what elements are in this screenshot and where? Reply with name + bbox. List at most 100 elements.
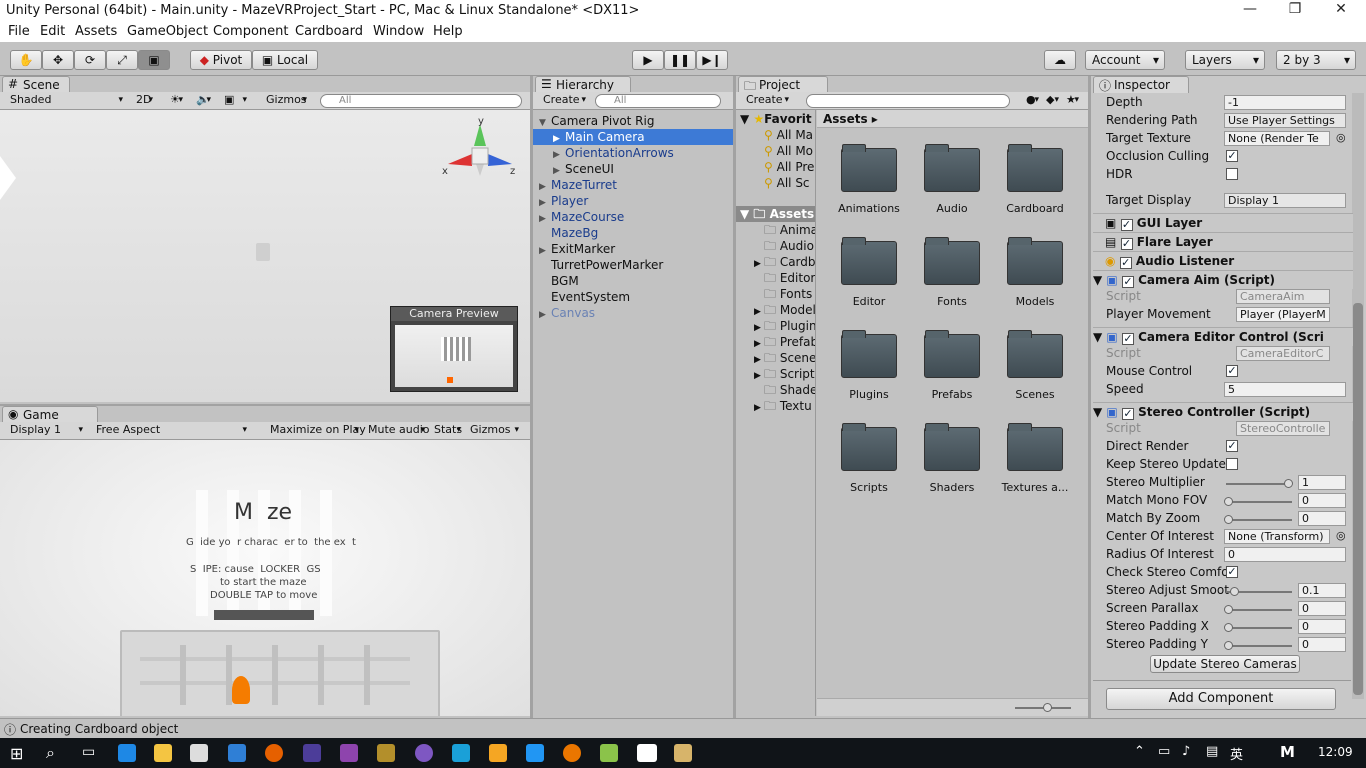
display-dropdown[interactable]: Display 1	[6, 423, 86, 438]
scene-gizmos-dropdown[interactable]: Gizmos	[262, 93, 310, 108]
hierarchy-item[interactable]: ▶ Canvas	[533, 305, 733, 321]
object-picker-icon[interactable]: ◎	[1336, 131, 1346, 144]
asset-folder[interactable]: Cardboard	[995, 144, 1075, 215]
filter-label-button[interactable]: ◆	[1042, 93, 1062, 108]
fav-item[interactable]: ⚲ All Mo	[764, 143, 813, 159]
project-tree-item[interactable]: 🗀 Shade	[754, 382, 815, 398]
object-picker-icon[interactable]: ◎	[1336, 529, 1346, 542]
project-tree-item[interactable]: 🗀 Anima	[754, 222, 815, 238]
menu-file[interactable]: File	[8, 24, 30, 39]
asset-folder[interactable]: Scenes	[995, 330, 1075, 401]
hierarchy-create-dropdown[interactable]: Create	[539, 93, 589, 108]
volume-icon[interactable]: ♪	[1182, 744, 1190, 759]
game-viewport[interactable]: M ze G ide yo r charac er to the ex t S …	[0, 440, 530, 716]
network-icon[interactable]: ▭	[1158, 744, 1170, 759]
scene-viewport[interactable]: y x z Camera Preview	[0, 110, 530, 402]
menu-help[interactable]: Help	[433, 24, 463, 39]
unity-icon[interactable]	[637, 744, 657, 762]
menu-assets[interactable]: Assets	[75, 24, 117, 39]
fav-item[interactable]: ⚲ All Ma	[764, 127, 813, 143]
padding-y-slider[interactable]	[1224, 637, 1294, 651]
ime-language[interactable]: 英	[1230, 744, 1243, 763]
project-tree-item[interactable]: 🗀 Audio	[754, 238, 814, 254]
project-tree-item[interactable]: 🗀 Fonts	[754, 286, 812, 302]
stereo-multiplier-field[interactable]: 1	[1298, 475, 1346, 490]
scale-tool-button[interactable]: ⤢	[106, 50, 138, 70]
qq-icon[interactable]	[526, 744, 544, 762]
hierarchy-item[interactable]: ▶ MazeCourse	[533, 209, 733, 225]
stereo-multiplier-slider[interactable]	[1226, 475, 1294, 489]
component-gui-layer[interactable]: ▣ ✓ GUI Layer	[1093, 213, 1353, 232]
fav-item[interactable]: ⚲ All Pre	[764, 159, 814, 175]
direct-render-checkbox[interactable]: ✓	[1226, 440, 1238, 452]
match-zoom-field[interactable]: 0	[1298, 511, 1346, 526]
hierarchy-item[interactable]: ▶ OrientationArrows	[533, 145, 733, 161]
check-stereo-checkbox[interactable]: ✓	[1226, 566, 1238, 578]
rect-tool-button[interactable]: ▣	[138, 50, 170, 70]
add-component-button[interactable]: Add Component	[1106, 688, 1336, 710]
match-zoom-slider[interactable]	[1224, 511, 1294, 525]
match-mono-slider[interactable]	[1224, 493, 1294, 507]
local-toggle[interactable]: ▣ Local	[252, 50, 318, 70]
stereo-smooth-slider[interactable]	[1226, 583, 1294, 597]
fav-item[interactable]: ⚲ All Sc	[764, 175, 810, 191]
cloud-button[interactable]: ☁	[1044, 50, 1076, 70]
center-of-interest-field[interactable]: None (Transform)	[1224, 529, 1330, 544]
expand-arrow-icon[interactable]: ▶	[539, 307, 551, 323]
edge-icon[interactable]	[118, 744, 136, 762]
hierarchy-item[interactable]: TurretPowerMarker	[533, 257, 733, 273]
scene-gizmo[interactable]: y x z	[440, 116, 520, 196]
hierarchy-search-input[interactable]: All	[595, 94, 721, 108]
shading-dropdown[interactable]: Shaded	[6, 93, 126, 108]
target-display-dropdown[interactable]: Display 1	[1224, 193, 1346, 208]
asset-folder[interactable]: Models	[995, 237, 1075, 308]
sphere-icon[interactable]	[415, 744, 433, 762]
tab-scene[interactable]: # Scene	[2, 76, 70, 93]
store-icon[interactable]	[190, 744, 208, 762]
asset-folder[interactable]: Animations	[829, 144, 909, 215]
minimize-button[interactable]: —	[1240, 1, 1260, 17]
mute-toggle[interactable]: Mute audio	[364, 423, 430, 438]
menu-component[interactable]: Component	[213, 24, 288, 39]
hierarchy-item[interactable]: EventSystem	[533, 289, 733, 305]
hierarchy-item[interactable]: ▶ MazeTurret	[533, 177, 733, 193]
play-button[interactable]: ▶	[632, 50, 664, 70]
asset-folder[interactable]: Textures a...	[995, 423, 1075, 494]
menu-gameobject[interactable]: GameObject	[127, 24, 208, 39]
assets-root[interactable]: ▼ 🗀 Assets	[736, 206, 815, 222]
pivot-toggle[interactable]: ◆ Pivot	[190, 50, 252, 70]
game-gizmos-dropdown[interactable]: Gizmos	[466, 423, 522, 438]
asset-folder[interactable]: Scripts	[829, 423, 909, 494]
hierarchy-item[interactable]: ▶ SceneUI	[533, 161, 733, 177]
lol-icon[interactable]	[377, 744, 395, 762]
rendering-path-dropdown[interactable]: Use Player Settings	[1224, 113, 1346, 128]
project-tree-item[interactable]: ▶ 🗀 Model	[754, 302, 815, 318]
close-button[interactable]: ✕	[1331, 1, 1351, 17]
hierarchy-item[interactable]: MazeBg	[533, 225, 733, 241]
step-button[interactable]: ▶❙	[696, 50, 728, 70]
project-tree-item[interactable]: ▶ 🗀 Scene	[754, 350, 815, 366]
component-flare-layer[interactable]: ▤ ✓ Flare Layer	[1093, 232, 1353, 251]
tray-chevron-icon[interactable]: ⌃	[1134, 744, 1145, 759]
hdr-checkbox[interactable]	[1226, 168, 1238, 180]
expand-arrow-icon[interactable]: ▶	[754, 400, 764, 416]
inspector-scrollbar[interactable]	[1352, 93, 1364, 699]
scrollbar-thumb[interactable]	[1353, 303, 1363, 695]
tab-hierarchy[interactable]: ☰ Hierarchy	[535, 76, 631, 93]
asset-folder[interactable]: Plugins	[829, 330, 909, 401]
app2-icon[interactable]	[489, 744, 507, 762]
keep-stereo-checkbox[interactable]	[1226, 458, 1238, 470]
target-texture-field[interactable]: None (Render Te	[1224, 131, 1330, 146]
asset-folder[interactable]: Fonts	[912, 237, 992, 308]
file-explorer-icon[interactable]	[154, 744, 172, 762]
visual-studio-icon[interactable]	[340, 744, 358, 762]
infinity-icon[interactable]	[303, 744, 321, 762]
project-tree-item[interactable]: ▶ 🗀 Plugin	[754, 318, 815, 334]
android-icon[interactable]	[600, 744, 618, 762]
pause-button[interactable]: ❚❚	[664, 50, 696, 70]
scene-search-input[interactable]: All	[320, 94, 522, 108]
filter-type-button[interactable]: ●	[1022, 93, 1042, 108]
tab-inspector[interactable]: ⓘ Inspector	[1093, 76, 1189, 93]
mouse-control-checkbox[interactable]: ✓	[1226, 365, 1238, 377]
zoom-slider-knob[interactable]	[1043, 703, 1052, 712]
